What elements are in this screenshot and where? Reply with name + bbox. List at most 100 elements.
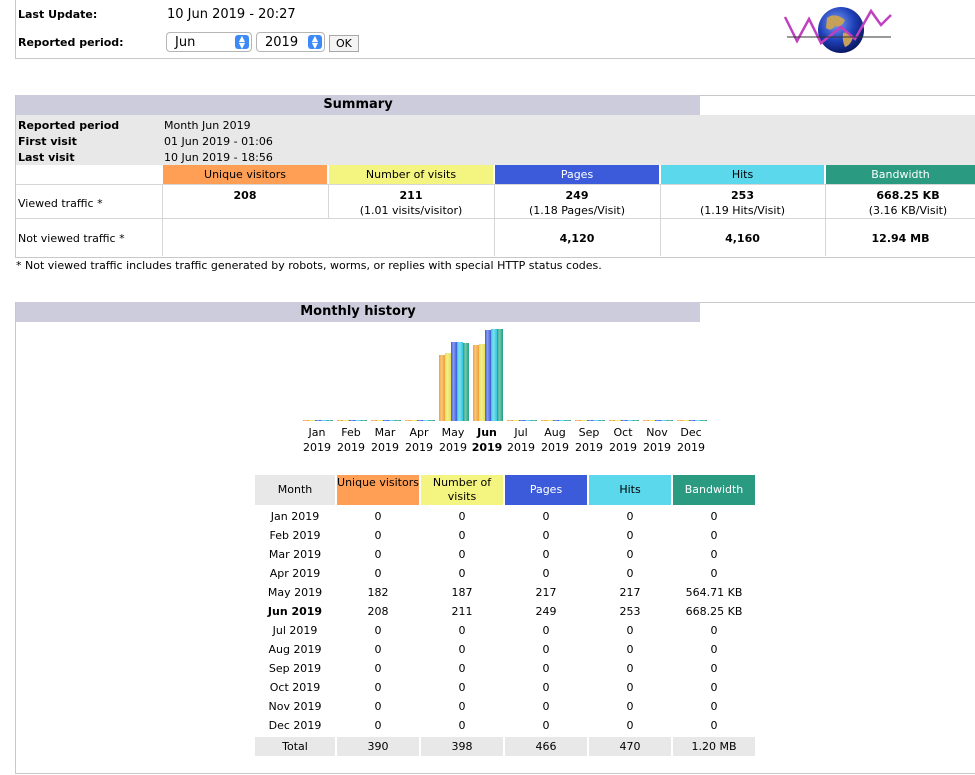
not-viewed-bandwidth: 12.94 MB: [871, 232, 930, 245]
history-cell-hits: 0: [626, 624, 634, 637]
history-table-row: Oct 2019 0 0 0 0 0: [255, 678, 755, 697]
history-cell-hits: 0: [626, 510, 634, 523]
chart-bar: [667, 420, 673, 421]
viewed-bandwidth: 668.25 KB: [876, 189, 940, 202]
divider: [16, 184, 975, 185]
history-table-row: Nov 2019 0 0 0 0 0: [255, 697, 755, 716]
month-select[interactable]: Jun ▲ ▼: [166, 32, 252, 52]
history-total-bandwidth: 1.20 MB: [673, 737, 755, 756]
history-cell-hits: 0: [626, 643, 634, 656]
chart-month-year: 2019: [405, 441, 433, 454]
history-cell-hits: 0: [626, 662, 634, 675]
chart-month-year: 2019: [337, 441, 365, 454]
history-cell-month: Sep 2019: [268, 662, 322, 675]
chart-bar: [395, 420, 401, 421]
history-cell-unique: 0: [374, 662, 382, 675]
chart-bar: [429, 420, 435, 421]
history-cell-visits: 0: [458, 662, 466, 675]
summary-header-unique: Unique visitors: [163, 165, 327, 185]
history-cell-pages: 217: [535, 586, 557, 599]
history-cell-unique: 0: [374, 510, 382, 523]
history-cell-pages: 0: [542, 624, 550, 637]
reported-period-label: Reported period:: [18, 36, 124, 49]
viewed-hits-sub: (1.19 Hits/Visit): [699, 204, 786, 217]
history-cell-unique: 182: [367, 586, 389, 599]
history-header-hits: Hits: [589, 475, 671, 505]
history-table-row: Jul 2019 0 0 0 0 0: [255, 621, 755, 640]
viewed-pages-sub: (1.18 Pages/Visit): [528, 204, 626, 217]
viewed-unique: 208: [233, 189, 257, 202]
history-cell-unique: 0: [374, 681, 382, 694]
history-cell-bandwidth: 0: [710, 662, 718, 675]
history-cell-month: Jul 2019: [272, 624, 318, 637]
history-cell-pages: 0: [542, 681, 550, 694]
history-cell-visits: 0: [458, 719, 466, 732]
summary-header-bandwidth: Bandwidth: [826, 165, 975, 185]
history-cell-month: Dec 2019: [268, 719, 322, 732]
chart-month-year: 2019: [439, 441, 467, 454]
history-cell-unique: 0: [374, 567, 382, 580]
viewed-bandwidth-sub: (3.16 KB/Visit): [868, 204, 948, 217]
chart-month-label: Oct 2019: [606, 425, 640, 455]
history-cell-visits: 0: [458, 548, 466, 561]
chart-month-year: 2019: [303, 441, 331, 454]
summary-footnote: * Not viewed traffic includes traffic ge…: [16, 259, 602, 272]
summary-row-value: 10 Jun 2019 - 18:56: [164, 151, 273, 164]
history-cell-hits: 0: [626, 719, 634, 732]
last-update-value: 10 Jun 2019 - 20:27: [167, 7, 296, 22]
chart-month-year: 2019: [643, 441, 671, 454]
history-header-visits: Number of visits: [421, 475, 503, 505]
summary-row-label: First visit: [18, 135, 77, 148]
chevron-updown-icon: ▲ ▼: [308, 35, 322, 50]
history-table-row: Apr 2019 0 0 0 0 0: [255, 564, 755, 583]
history-cell-pages: 0: [542, 719, 550, 732]
month-select-value: Jun: [175, 35, 196, 50]
chart-bar: [327, 420, 333, 421]
chart-bar: [361, 420, 367, 421]
chart-month-year: 2019: [541, 441, 569, 454]
history-header-unique: Unique visitors: [337, 475, 419, 505]
history-cell-bandwidth: 668.25 KB: [685, 605, 743, 618]
chart-month-year: 2019: [575, 441, 603, 454]
history-table-row: Jan 2019 0 0 0 0 0: [255, 507, 755, 526]
history-table-row: Aug 2019 0 0 0 0 0: [255, 640, 755, 659]
chart-bar: [599, 420, 605, 421]
history-cell-bandwidth: 564.71 KB: [685, 586, 743, 599]
history-cell-bandwidth: 0: [710, 510, 718, 523]
divider: [16, 218, 975, 219]
chart-month-label: Nov 2019: [640, 425, 674, 455]
viewed-traffic-label: Viewed traffic *: [18, 197, 103, 210]
ok-button[interactable]: OK: [329, 35, 359, 52]
chart-month-label: Sep 2019: [572, 425, 606, 455]
last-update-label: Last Update:: [18, 8, 98, 21]
chart-month-name: Mar: [374, 426, 396, 439]
history-cell-visits: 0: [458, 529, 466, 542]
history-cell-month: May 2019: [267, 586, 323, 599]
history-cell-pages: 0: [542, 548, 550, 561]
history-cell-month: Nov 2019: [268, 700, 322, 713]
chart-month-name: Dec: [680, 426, 702, 439]
history-table-row: May 2019 182 187 217 217 564.71 KB: [255, 583, 755, 602]
chart-month-name: Oct: [613, 426, 633, 439]
history-cell-unique: 0: [374, 624, 382, 637]
history-cell-month: Apr 2019: [269, 567, 321, 580]
history-cell-unique: 0: [374, 719, 382, 732]
history-table-row: Sep 2019 0 0 0 0 0: [255, 659, 755, 678]
viewed-pages: 249: [565, 189, 589, 202]
chart-month-year: 2019: [471, 441, 503, 454]
history-cell-hits: 0: [626, 681, 634, 694]
history-cell-pages: 0: [542, 662, 550, 675]
chart-month-name: Jan: [308, 426, 326, 439]
summary-row-value: 01 Jun 2019 - 01:06: [164, 135, 273, 148]
summary-info-block: [16, 115, 975, 165]
history-cell-month: Jun 2019: [267, 605, 323, 618]
history-cell-month: Mar 2019: [268, 548, 322, 561]
summary-header-pages: Pages: [495, 165, 659, 185]
year-select[interactable]: 2019 ▲ ▼: [256, 32, 325, 52]
history-cell-bandwidth: 0: [710, 681, 718, 694]
history-cell-bandwidth: 0: [710, 548, 718, 561]
chart-bar: [497, 329, 503, 421]
summary-header-visits: Number of visits: [329, 165, 493, 185]
history-table-row: Jun 2019 208 211 249 253 668.25 KB: [255, 602, 755, 621]
history-title: Monthly history: [16, 302, 700, 322]
